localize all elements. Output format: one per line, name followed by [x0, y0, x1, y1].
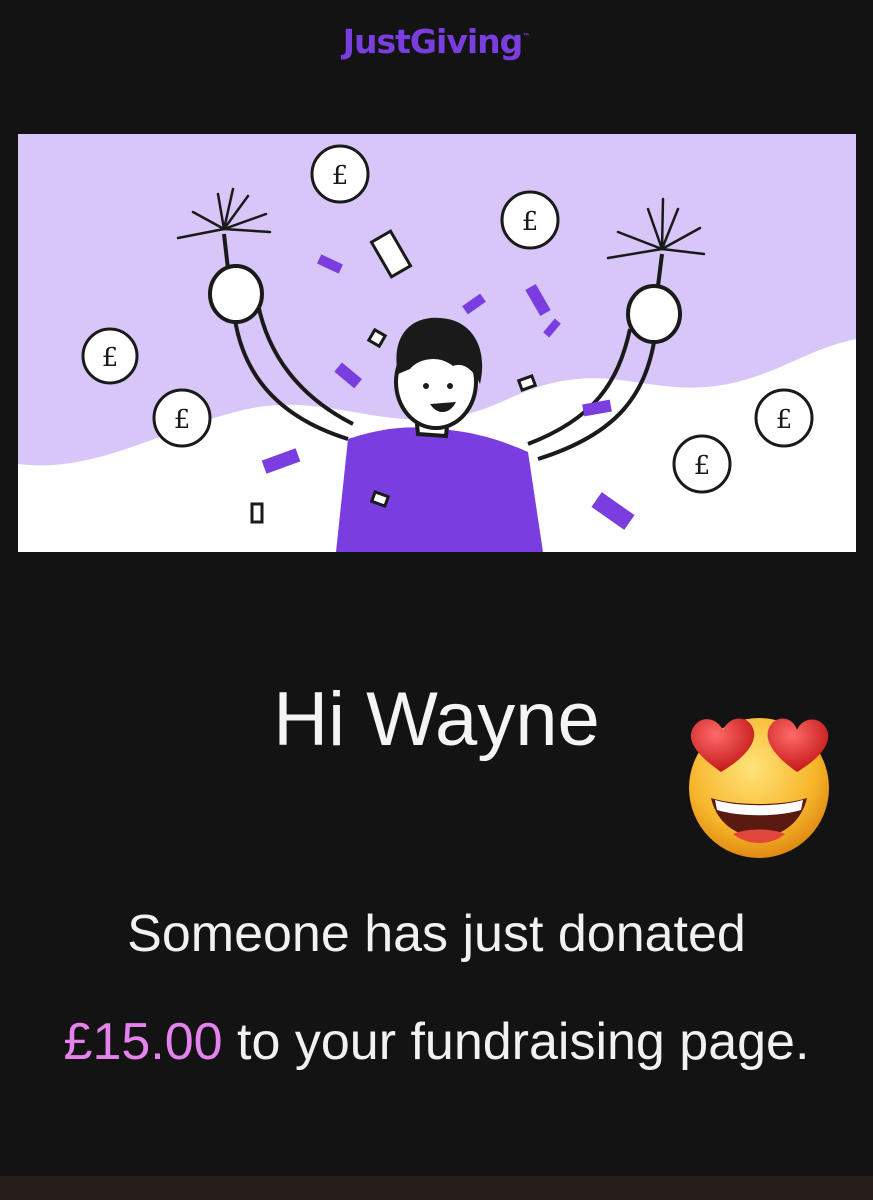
heart-eyes-emoji-icon	[683, 710, 835, 860]
svg-text:£: £	[102, 343, 119, 373]
message-before: Someone has just donated	[127, 905, 746, 963]
donation-message: Someone has just donated £15.00 to your …	[40, 880, 833, 1096]
justgiving-logo[interactable]: JustGiving™	[0, 22, 873, 61]
svg-text:£: £	[694, 451, 711, 481]
svg-text:£: £	[776, 405, 793, 435]
svg-text:£: £	[332, 161, 349, 191]
svg-text:£: £	[174, 405, 191, 435]
hero-illustration: £ £ £ £ £ £	[18, 134, 856, 552]
svg-text:£: £	[522, 207, 539, 237]
bottom-strip	[0, 1176, 873, 1200]
email-page: JustGiving™ £ £ £ £ £ £ Hi Wayne Someone…	[0, 0, 873, 1200]
logo-text: JustGiving	[342, 22, 524, 61]
message-after: to your fundraising page.	[237, 1013, 810, 1071]
donation-amount: £15.00	[63, 1013, 223, 1071]
logo-trademark: ™	[522, 32, 531, 41]
